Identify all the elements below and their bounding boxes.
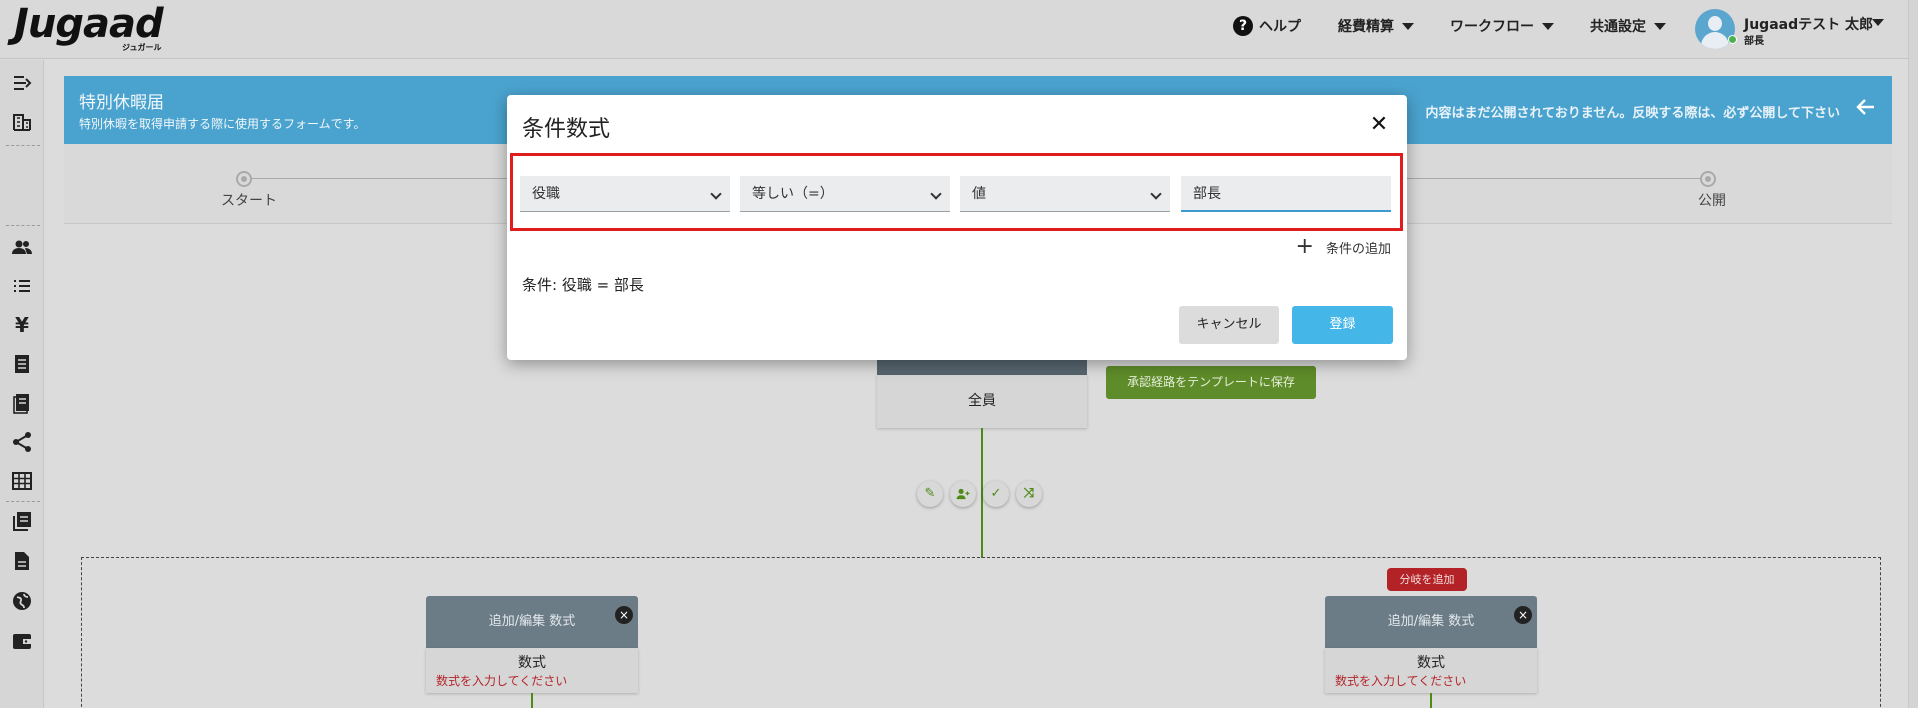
expense-label: 経費精算 [1338,19,1394,35]
logo-text: Jugaad [14,1,164,47]
add-condition-button[interactable]: + 条件の追加 [1296,235,1391,259]
formula-card-title: 数式 [1417,655,1445,671]
logo-subtext: ジュガール [122,43,162,52]
chevron-down-icon [1654,22,1666,30]
approver-card[interactable]: 全員 [877,375,1087,428]
workflow-menu[interactable]: ワークフロー [1450,0,1554,52]
submit-button[interactable]: 登録 [1292,306,1393,344]
field-select[interactable]: 役職 [520,176,730,212]
common-settings-menu[interactable]: 共通設定 [1590,0,1666,52]
left-sidebar: ¥ [0,60,44,708]
operator-select[interactable]: 等しい（=） [740,176,950,212]
wallet-icon[interactable] [11,630,33,652]
page-scrollbar[interactable] [1908,0,1918,708]
close-icon[interactable]: × [615,606,633,624]
users-icon[interactable] [11,236,33,258]
branch-area [81,557,1881,708]
grid-icon[interactable] [11,470,33,492]
value-input[interactable]: 部長 [1181,176,1391,212]
step-label-publish: 公開 [1698,193,1726,209]
add-branch-button[interactable]: 分岐を追加 [1387,568,1467,591]
common-settings-label: 共通設定 [1590,19,1646,35]
field-select-value: 役職 [532,186,560,202]
yen-icon[interactable]: ¥ [11,314,33,336]
cancel-button[interactable]: キャンセル [1179,306,1279,344]
add-condition-label: 条件の追加 [1325,241,1391,257]
back-arrow-icon[interactable] [1854,95,1878,119]
value-type-select[interactable]: 値 [960,176,1170,212]
step-label-start: スタート [221,193,277,209]
close-icon[interactable]: × [1514,606,1532,624]
formula-card-hint: 数式を入力してください [1335,674,1467,688]
receipt-icon[interactable] [11,353,33,375]
expense-menu[interactable]: 経費精算 [1338,0,1414,52]
chevron-down-icon [710,188,722,200]
step-dot-publish[interactable] [1700,171,1716,187]
modal-title: 条件数式 [522,117,611,142]
user-name[interactable]: Jugaadテスト 太郎 [1744,14,1873,34]
value-type-select-value: 値 [972,186,986,202]
chevron-down-icon [1402,22,1414,30]
condition-formula-modal: 条件数式 ✕ 役職 等しい（=） 値 部長 + 条件の追加 条件: 役職 = 部… [507,95,1407,360]
approver-label: 全員 [968,393,996,409]
user-role: 部長 [1744,36,1764,47]
plus-icon: + [1295,234,1314,259]
help-label: ヘルプ [1259,19,1301,35]
save-template-button[interactable]: 承認経路をテンプレートに保存 [1106,366,1316,399]
approve-check-icon[interactable]: ✓ [983,481,1009,507]
publish-notice: 内容はまだ公開されておりません。反映する際は、必ず公開して下さい [1425,106,1840,121]
help-icon: ? [1233,16,1253,36]
formula-card-title: 数式 [518,655,546,671]
online-status-icon [1728,35,1737,44]
company-icon[interactable] [11,111,33,133]
formula-card-header[interactable]: 追加/編集 数式 [426,596,638,648]
value-input-text: 部長 [1193,186,1221,202]
top-navbar: Jugaad ジュガール ? ヘルプ 経費精算 ワークフロー 共通設定 Juga… [0,0,1918,59]
chevron-down-icon [1542,22,1554,30]
globe-icon[interactable] [11,590,33,612]
shuffle-icon[interactable]: ⤨ [1016,481,1042,507]
condition-summary: 条件: 役職 = 部長 [522,276,644,294]
library-icon[interactable] [11,510,33,532]
user-menu-chevron-icon[interactable] [1872,19,1884,26]
add-approver-icon[interactable] [950,481,976,507]
formula-card[interactable]: 数式 数式を入力してください [1325,648,1537,693]
formula-card-hint: 数式を入力してください [436,674,568,688]
edit-icon[interactable]: ✎ [917,481,943,507]
share-icon[interactable] [11,431,33,453]
form-description: 特別休暇を取得申請する際に使用するフォームです。 [79,117,366,131]
chevron-down-icon [930,188,942,200]
formula-card-header[interactable]: 追加/編集 数式 [1325,596,1537,648]
list-icon[interactable] [11,275,33,297]
document-list-icon[interactable] [11,392,33,414]
formula-card[interactable]: 数式 数式を入力してください [426,648,638,693]
operator-select-value: 等しい（=） [752,186,834,202]
workflow-label: ワークフロー [1450,19,1534,35]
help-menu[interactable]: ? ヘルプ [1233,0,1301,52]
menu-toggle-icon[interactable] [11,72,33,94]
chevron-down-icon [1150,188,1162,200]
file-icon[interactable] [11,550,33,572]
step-dot-start[interactable] [236,171,252,187]
form-title: 特別休暇届 [79,93,164,113]
close-icon[interactable]: ✕ [1367,113,1391,137]
app-logo[interactable]: Jugaad ジュガール [14,1,164,52]
